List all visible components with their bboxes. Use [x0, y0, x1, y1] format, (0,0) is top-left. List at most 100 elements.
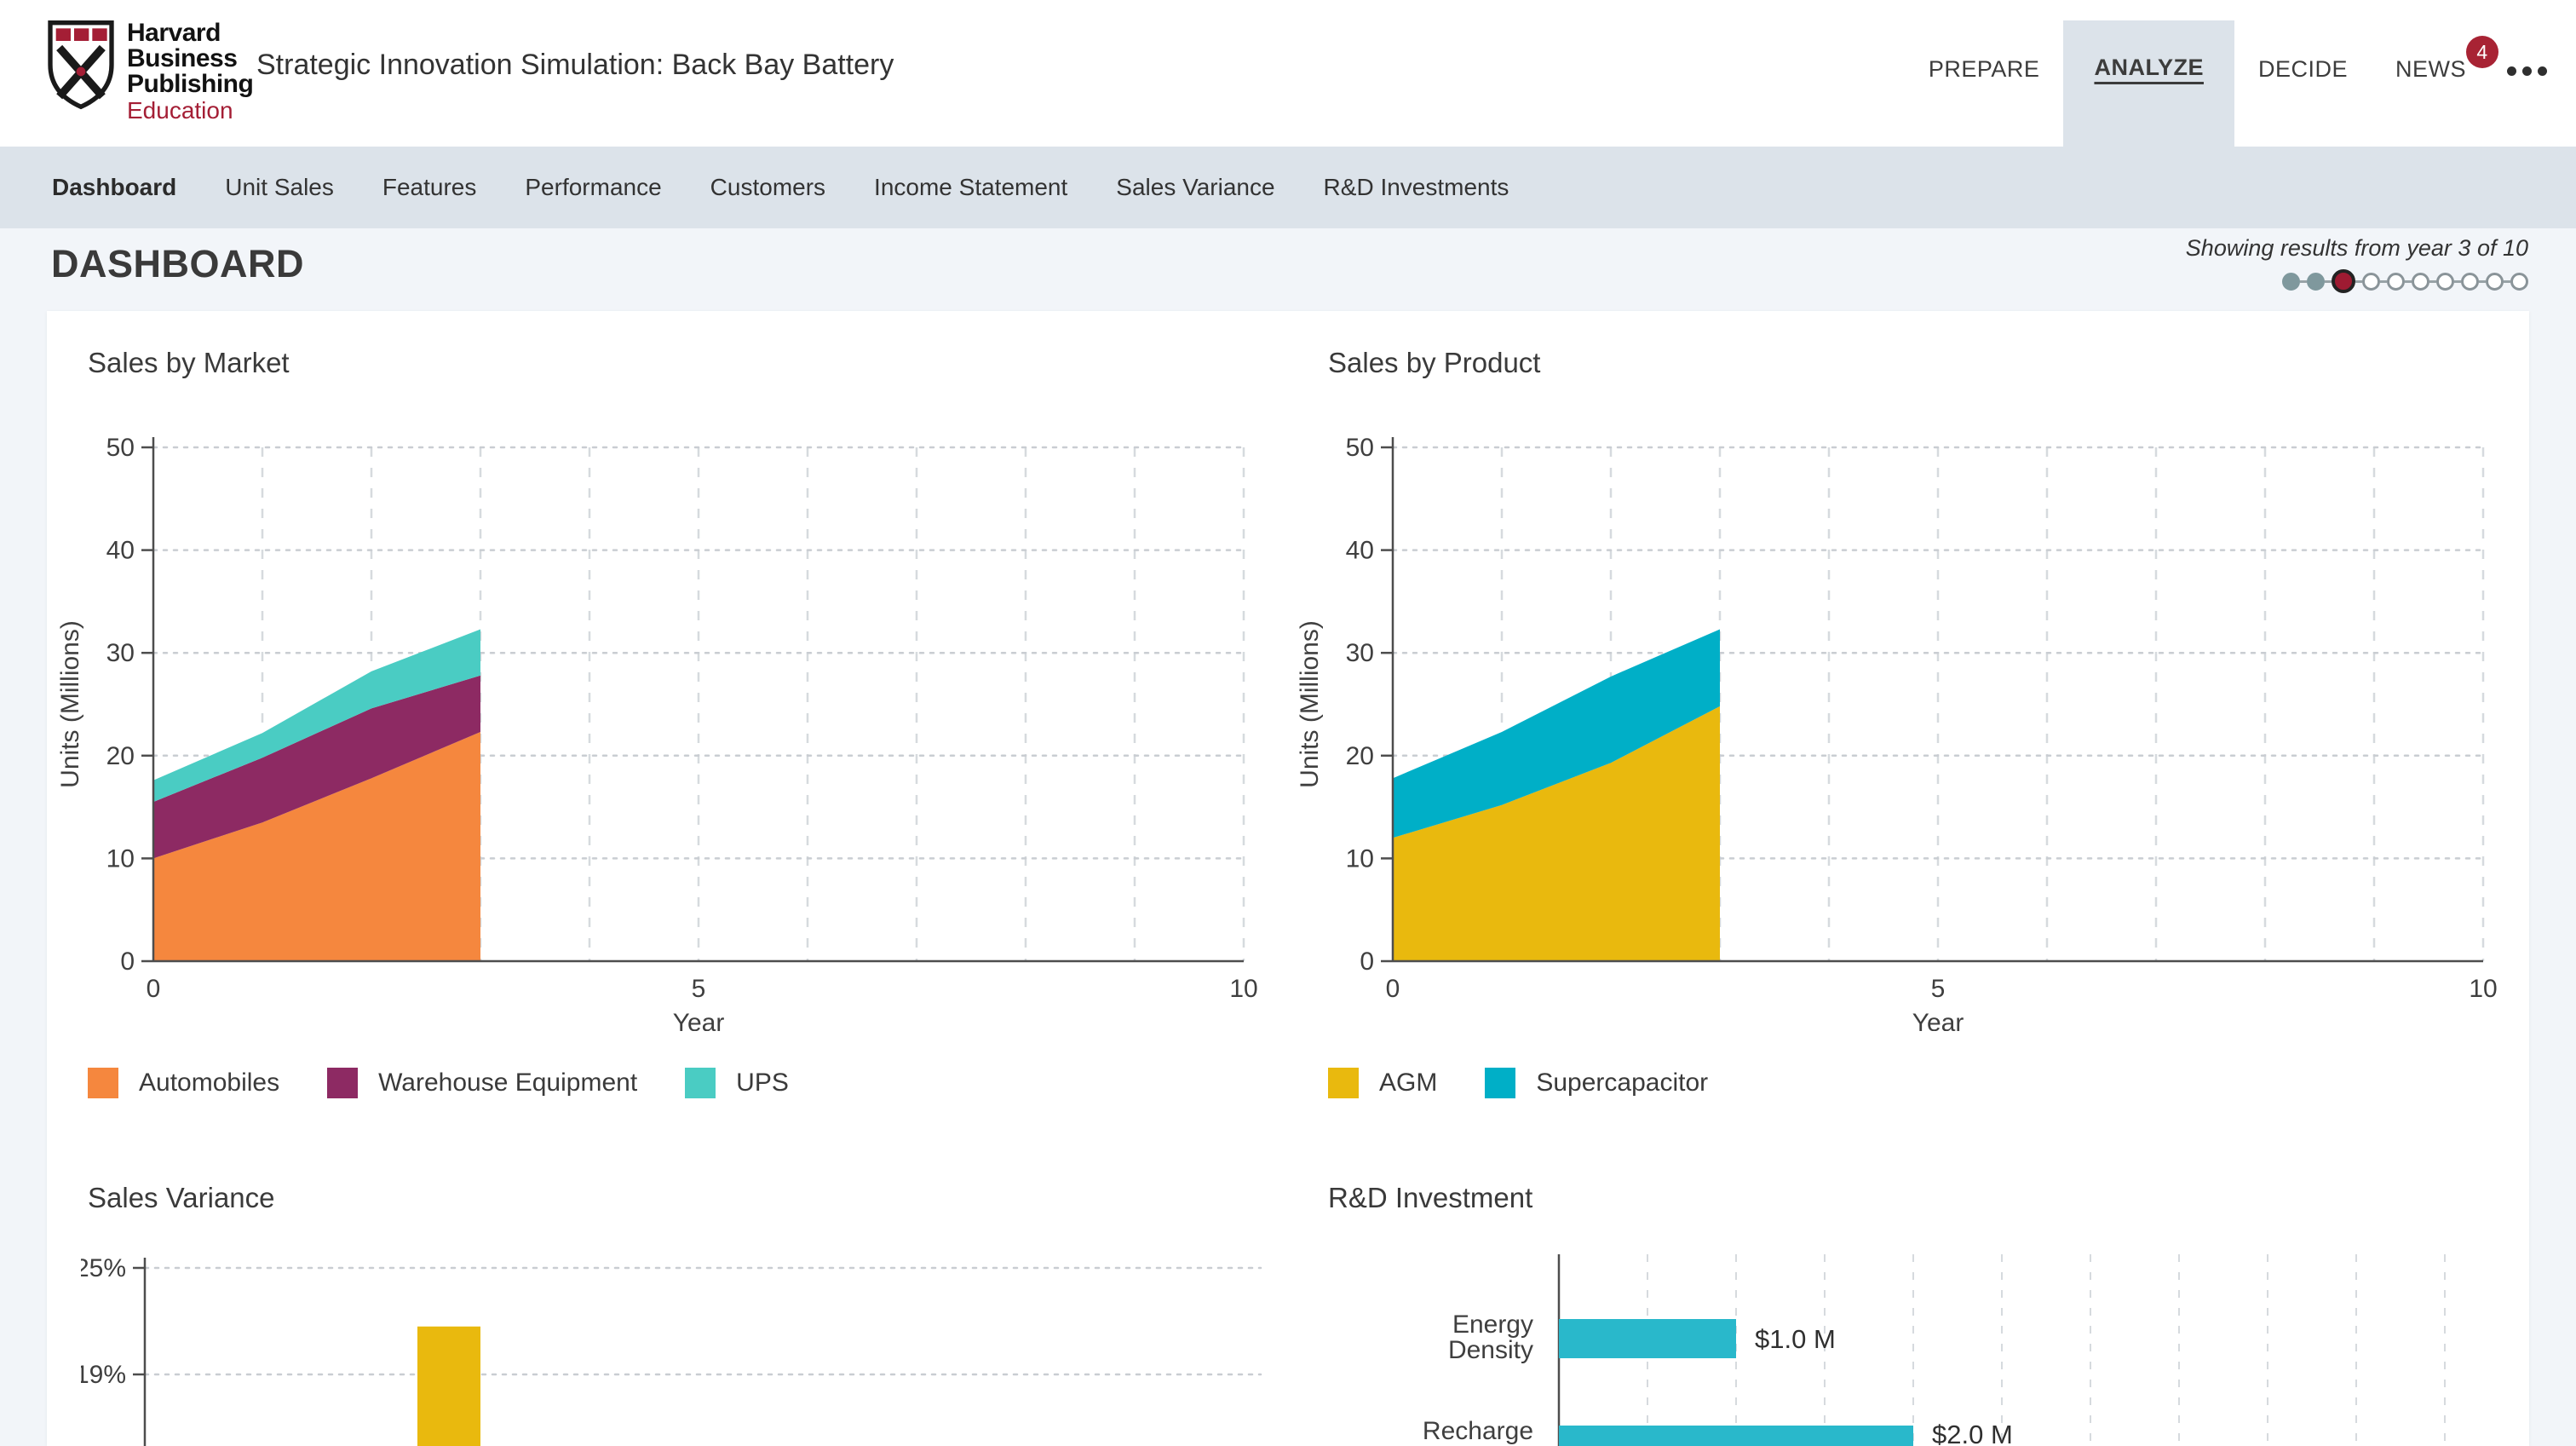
sales-by-product-chart: 0 10 20 30 40 50 0 5 10 Year Units (Millions) — [1291, 418, 2526, 1031]
stepper-connector — [2405, 280, 2412, 283]
nav-news[interactable]: NEWS 4 — [2372, 56, 2490, 83]
axis-label: 0 — [1386, 975, 1400, 1003]
rnd-bar-recharge — [1559, 1426, 1913, 1446]
year-dot-2[interactable] — [2307, 273, 2325, 291]
subnav-features[interactable]: Features — [382, 174, 477, 201]
year-dot-10[interactable] — [2510, 273, 2528, 291]
axis-label: 50 — [106, 434, 135, 462]
ellipsis-dot-icon — [2507, 66, 2516, 76]
hbp-logo-text: Harvard Business Publishing Education — [127, 20, 253, 124]
axis-label: $2.0 M — [1932, 1420, 2013, 1446]
year-status: Showing results from year 3 of 10 — [2186, 235, 2528, 262]
year-dot-7[interactable] — [2436, 273, 2454, 291]
area-series — [153, 629, 480, 961]
stepper-connector — [2479, 280, 2486, 283]
stepper-connector — [2380, 280, 2387, 283]
dashboard-page: { "colors": { "crimson": "#a41e35", "bad… — [0, 0, 2576, 1446]
legend-item: AGM — [1328, 1068, 1437, 1098]
nav-analyze[interactable]: ANALYZE — [2063, 20, 2234, 147]
stepper-connector — [2300, 280, 2307, 283]
subnav-income-statement[interactable]: Income Statement — [874, 174, 1067, 201]
chart-title-rd-investment: R&D Investment — [1328, 1182, 1532, 1214]
year-dot-4[interactable] — [2362, 273, 2380, 291]
subnav-rd-investments[interactable]: R&D Investments — [1324, 174, 1509, 201]
legend-swatch-icon — [1485, 1068, 1515, 1098]
axis-label: 10 — [106, 844, 135, 873]
area-series — [1393, 629, 1720, 961]
axis-label: 0 — [1360, 948, 1374, 976]
year-dot-8[interactable] — [2461, 273, 2479, 291]
subnav-performance[interactable]: Performance — [525, 174, 661, 201]
ellipsis-dot-icon — [2522, 66, 2532, 76]
stepper-connector — [2454, 280, 2461, 283]
subnav-sales-variance[interactable]: Sales Variance — [1116, 174, 1274, 201]
axis-label: 40 — [1346, 537, 1374, 565]
stepper-connector — [2504, 280, 2510, 283]
subnav-customers[interactable]: Customers — [710, 174, 825, 201]
hbp-logo: Harvard Business Publishing Education — [47, 17, 253, 124]
legend-swatch-icon — [685, 1068, 716, 1098]
axis-label: 10 — [2469, 975, 2497, 1003]
axis-label: 0 — [120, 948, 135, 976]
legend-swatch-icon — [88, 1068, 118, 1098]
axis-label: 20 — [106, 742, 135, 770]
legend-label: Warehouse Equipment — [378, 1069, 637, 1097]
variance-bar — [417, 1327, 480, 1446]
sales-by-market-legend: Automobiles Warehouse Equipment UPS — [88, 1068, 837, 1098]
axis-label: 25% — [81, 1254, 126, 1282]
nav-prepare[interactable]: PREPARE — [1905, 56, 2064, 83]
legend-item: UPS — [685, 1068, 789, 1098]
year-block: Showing results from year 3 of 10 — [2186, 235, 2528, 293]
logo-line-education: Education — [127, 97, 253, 124]
legend-label: AGM — [1379, 1069, 1437, 1097]
axis-label: Density — [1448, 1336, 1533, 1364]
primary-nav: PREPARE ANALYZE DECIDE NEWS 4 — [1905, 0, 2564, 147]
subnav-dashboard[interactable]: Dashboard — [52, 174, 176, 201]
legend-swatch-icon — [327, 1068, 358, 1098]
axis-label: Units (Millions) — [1296, 620, 1324, 788]
legend-item: Warehouse Equipment — [327, 1068, 637, 1098]
year-dot-9[interactable] — [2486, 273, 2504, 291]
axis-label: 0 — [147, 975, 161, 1003]
chart-title-sales-by-product: Sales by Product — [1328, 347, 1540, 379]
year-dot-5[interactable] — [2387, 273, 2405, 291]
app-title: Strategic Innovation Simulation: Back Ba… — [256, 49, 894, 82]
axis-label: 40 — [106, 537, 135, 565]
axis-label: 30 — [1346, 639, 1374, 667]
news-badge: 4 — [2466, 36, 2498, 68]
subnav-unit-sales[interactable]: Unit Sales — [225, 174, 334, 201]
legend-swatch-icon — [1328, 1068, 1359, 1098]
axis-label: 20 — [1346, 742, 1374, 770]
axis-label: 10 — [1346, 844, 1374, 873]
more-menu-button[interactable] — [2490, 66, 2564, 76]
logo-line-1: Harvard — [127, 20, 253, 46]
logo-line-2: Business — [127, 46, 253, 72]
legend-item: Supercapacitor — [1485, 1068, 1708, 1098]
legend-label: Automobiles — [139, 1069, 279, 1097]
axis-label: 30 — [106, 639, 135, 667]
chart-title-sales-variance: Sales Variance — [88, 1182, 275, 1214]
axis-label: 19% — [81, 1361, 126, 1389]
legend-label: UPS — [736, 1069, 789, 1097]
hbp-shield-icon — [47, 17, 115, 112]
year-dot-6[interactable] — [2412, 273, 2429, 291]
sales-variance-chart: 25% 19% — [81, 1244, 1316, 1446]
sales-by-product-legend: AGM Supercapacitor — [1328, 1068, 1756, 1098]
axis-label: 5 — [1931, 975, 1946, 1003]
app-header: Harvard Business Publishing Education St… — [0, 0, 2576, 147]
nav-decide[interactable]: DECIDE — [2234, 56, 2372, 83]
legend-item: Automobiles — [88, 1068, 279, 1098]
axis-label: Recharge — [1423, 1417, 1533, 1445]
page-title: DASHBOARD — [51, 242, 304, 286]
nav-analyze-label: ANALYZE — [2094, 55, 2204, 80]
year-dot-3[interactable] — [2332, 269, 2355, 293]
rnd-bar-energy — [1559, 1319, 1736, 1358]
axis-label: Year — [1912, 1009, 1964, 1031]
axis-label: Year — [673, 1009, 725, 1031]
stepper-connector — [2355, 280, 2362, 283]
axis-label: 50 — [1346, 434, 1374, 462]
year-dot-1[interactable] — [2282, 273, 2300, 291]
variance-grid: 25% 19% — [81, 1254, 1261, 1389]
year-stepper — [2186, 269, 2528, 293]
logo-line-3: Publishing — [127, 72, 253, 97]
